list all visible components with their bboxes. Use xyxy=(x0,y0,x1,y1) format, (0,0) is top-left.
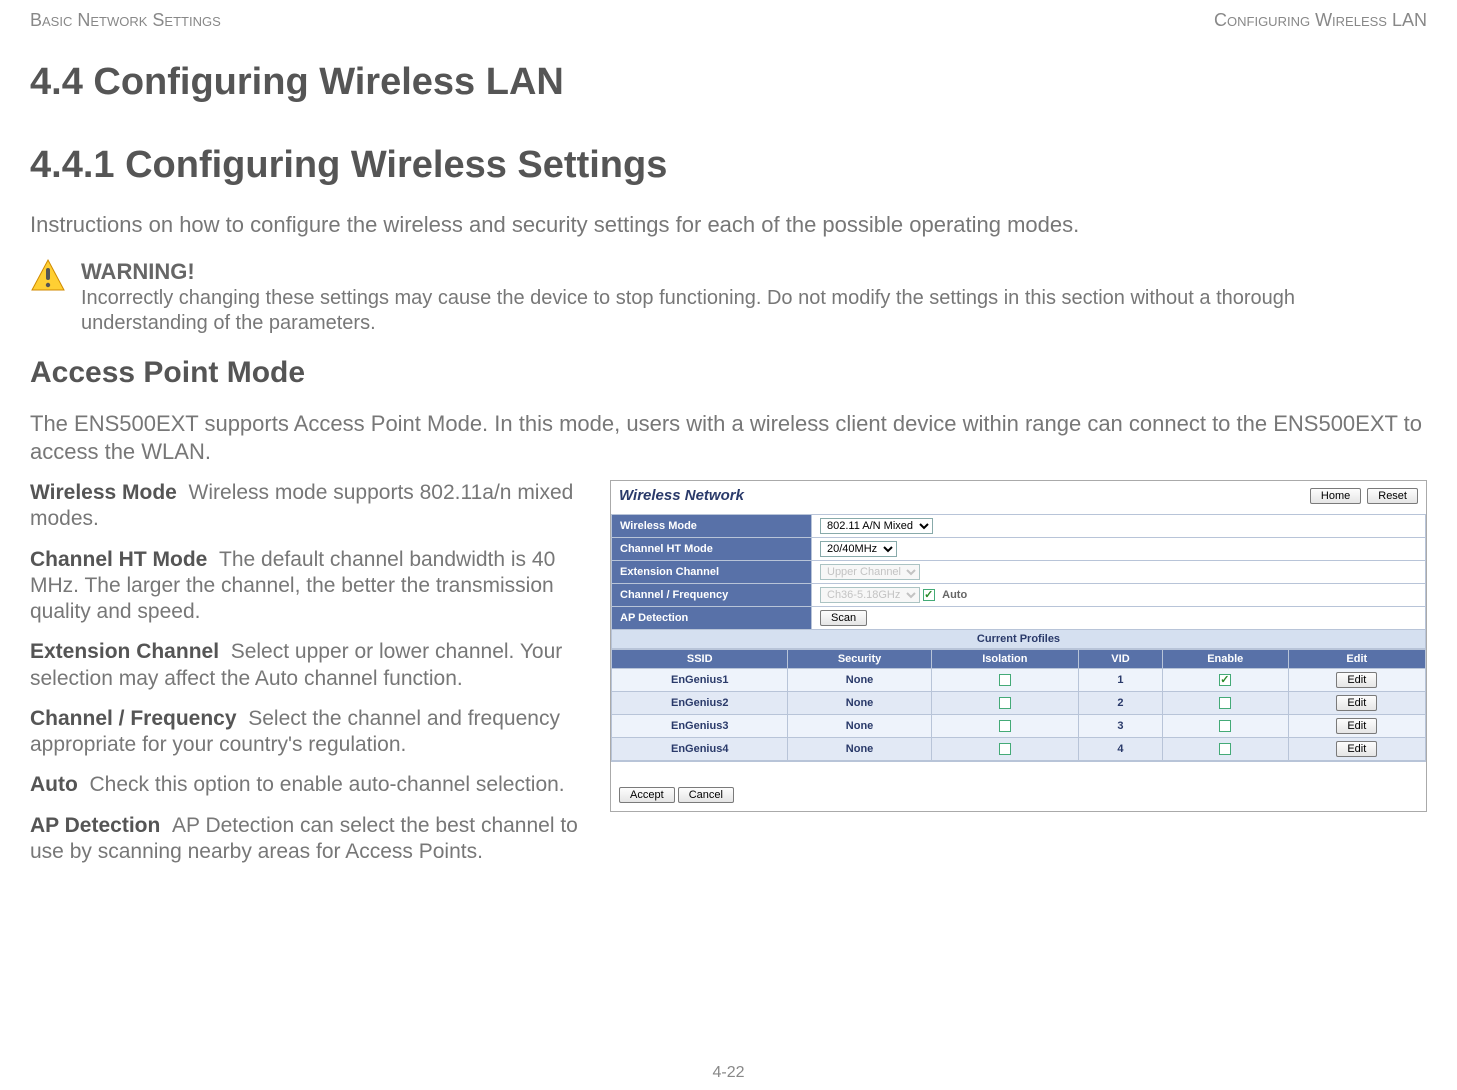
isolation-checkbox[interactable] xyxy=(999,697,1011,709)
auto-checkbox[interactable] xyxy=(923,589,935,601)
param-channel-frequency: Channel / Frequency Select the channel a… xyxy=(30,706,590,759)
row-label-ap-detection: AP Detection xyxy=(612,607,812,630)
warning-label: WARNING! xyxy=(81,259,195,284)
cell-security: None xyxy=(788,738,931,761)
header-left: Basic Network Settings xyxy=(30,10,221,31)
param-wireless-mode: Wireless Mode Wireless mode supports 802… xyxy=(30,480,590,533)
table-row: EnGenius4None 4 Edit xyxy=(612,738,1426,761)
cell-enable xyxy=(1162,738,1288,761)
accept-button[interactable]: Accept xyxy=(619,787,675,803)
row-label-wireless-mode: Wireless Mode xyxy=(612,515,812,538)
cell-security: None xyxy=(788,715,931,738)
enable-checkbox[interactable] xyxy=(1219,720,1231,732)
table-row: EnGenius1None 1 Edit xyxy=(612,669,1426,692)
enable-checkbox[interactable] xyxy=(1219,674,1231,686)
channel-ht-select[interactable]: 20/40MHz xyxy=(820,541,897,557)
cell-isolation xyxy=(931,715,1078,738)
row-label-channel-frequency: Channel / Frequency xyxy=(612,584,812,607)
row-label-channel-ht: Channel HT Mode xyxy=(612,538,812,561)
cell-security: None xyxy=(788,692,931,715)
row-label-extension-channel: Extension Channel xyxy=(612,561,812,584)
cell-vid: 3 xyxy=(1079,715,1163,738)
mode-intro: The ENS500EXT supports Access Point Mode… xyxy=(30,410,1427,465)
col-isolation: Isolation xyxy=(931,650,1078,669)
parameter-descriptions: Wireless Mode Wireless mode supports 802… xyxy=(30,480,590,879)
cell-ssid: EnGenius3 xyxy=(612,715,788,738)
edit-button[interactable]: Edit xyxy=(1336,672,1377,688)
scan-button[interactable]: Scan xyxy=(820,610,867,626)
param-channel-ht: Channel HT Mode The default channel band… xyxy=(30,547,590,626)
cell-enable xyxy=(1162,715,1288,738)
warning-text: WARNING! Incorrectly changing these sett… xyxy=(81,258,1427,336)
cell-vid: 4 xyxy=(1079,738,1163,761)
settings-table: Wireless Mode 802.11 A/N Mixed Channel H… xyxy=(611,514,1426,649)
warning-body: Incorrectly changing these settings may … xyxy=(81,287,1295,334)
col-vid: VID xyxy=(1079,650,1163,669)
cell-enable xyxy=(1162,692,1288,715)
intro-text: Instructions on how to configure the wir… xyxy=(30,212,1427,238)
col-ssid: SSID xyxy=(612,650,788,669)
channel-frequency-select: Ch36-5.18GHz xyxy=(820,587,920,603)
wireless-network-panel: Wireless Network Home Reset Wireless Mod… xyxy=(610,480,1427,812)
auto-label: Auto xyxy=(942,589,967,601)
subsection-title: 4.4.1 Configuring Wireless Settings xyxy=(30,144,1427,187)
warning-block: WARNING! Incorrectly changing these sett… xyxy=(30,258,1427,336)
cell-isolation xyxy=(931,669,1078,692)
section-title: 4.4 Configuring Wireless LAN xyxy=(30,61,1427,104)
enable-checkbox[interactable] xyxy=(1219,697,1231,709)
page-number: 4-22 xyxy=(0,1064,1457,1082)
running-header: Basic Network Settings Configuring Wirel… xyxy=(30,10,1427,31)
profiles-header: Current Profiles xyxy=(612,630,1426,649)
col-edit: Edit xyxy=(1288,650,1425,669)
col-enable: Enable xyxy=(1162,650,1288,669)
reset-button[interactable]: Reset xyxy=(1367,488,1418,504)
isolation-checkbox[interactable] xyxy=(999,674,1011,686)
col-security: Security xyxy=(788,650,931,669)
warning-icon xyxy=(30,258,66,294)
isolation-checkbox[interactable] xyxy=(999,743,1011,755)
cell-ssid: EnGenius2 xyxy=(612,692,788,715)
isolation-checkbox[interactable] xyxy=(999,720,1011,732)
param-extension-channel: Extension Channel Select upper or lower … xyxy=(30,639,590,692)
cell-edit: Edit xyxy=(1288,715,1425,738)
header-right: Configuring Wireless LAN xyxy=(1214,10,1427,31)
param-ap-detection: AP Detection AP Detection can select the… xyxy=(30,813,590,866)
cell-ssid: EnGenius1 xyxy=(612,669,788,692)
cell-edit: Edit xyxy=(1288,692,1425,715)
edit-button[interactable]: Edit xyxy=(1336,718,1377,734)
table-row: EnGenius3None 3 Edit xyxy=(612,715,1426,738)
cell-security: None xyxy=(788,669,931,692)
panel-title: Wireless Network xyxy=(619,487,744,504)
cell-vid: 2 xyxy=(1079,692,1163,715)
cell-ssid: EnGenius4 xyxy=(612,738,788,761)
enable-checkbox[interactable] xyxy=(1219,743,1231,755)
cell-edit: Edit xyxy=(1288,738,1425,761)
cell-enable xyxy=(1162,669,1288,692)
table-row: EnGenius2None 2 Edit xyxy=(612,692,1426,715)
cell-vid: 1 xyxy=(1079,669,1163,692)
cell-isolation xyxy=(931,692,1078,715)
cell-isolation xyxy=(931,738,1078,761)
wireless-mode-select[interactable]: 802.11 A/N Mixed xyxy=(820,518,933,534)
mode-title: Access Point Mode xyxy=(30,356,1427,390)
param-auto: Auto Check this option to enable auto-ch… xyxy=(30,772,590,798)
edit-button[interactable]: Edit xyxy=(1336,695,1377,711)
profiles-table: SSID Security Isolation VID Enable Edit … xyxy=(611,649,1426,761)
home-button[interactable]: Home xyxy=(1310,488,1361,504)
extension-channel-select: Upper Channel xyxy=(820,564,920,580)
edit-button[interactable]: Edit xyxy=(1336,741,1377,757)
cancel-button[interactable]: Cancel xyxy=(678,787,734,803)
cell-edit: Edit xyxy=(1288,669,1425,692)
